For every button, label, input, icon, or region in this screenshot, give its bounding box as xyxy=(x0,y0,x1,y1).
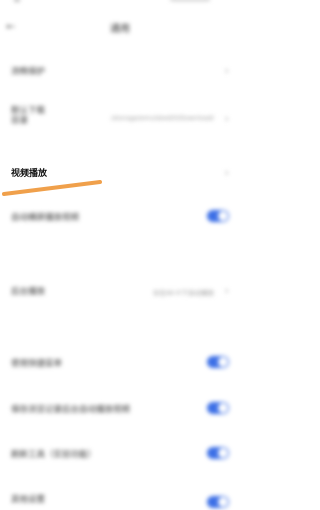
setting-row-download-path[interactable]: 默认下载 目录 /storage/emulated/0/Download/ › xyxy=(0,103,240,137)
setting-label: 保存浏览记录后台自动播放视频 xyxy=(11,405,131,415)
section-label: 视频播放 xyxy=(11,169,48,179)
status-bar xyxy=(0,0,240,8)
setting-label: 其他设置 xyxy=(11,495,46,505)
app-header: ← 通用 xyxy=(0,14,240,40)
status-indicators xyxy=(170,0,210,1)
setting-row[interactable]: 流畅保护 › xyxy=(0,60,240,80)
page-title: 通用 xyxy=(110,24,130,35)
setting-label: 默认下载 目录 xyxy=(11,106,46,126)
setting-label: 流畅保护 xyxy=(11,67,46,77)
setting-value: 仅在Wi-Fi下自动播放 xyxy=(152,289,214,297)
toggle-switch[interactable] xyxy=(207,447,229,459)
setting-row-toggle[interactable]: 刷新工具（实验功能） xyxy=(0,443,240,465)
toggle-switch[interactable] xyxy=(207,402,229,414)
setting-label: 自动横屏播放视频 xyxy=(11,213,80,223)
toggle-switch[interactable] xyxy=(207,496,229,508)
status-icon xyxy=(14,0,20,2)
chevron-right-icon: › xyxy=(224,112,229,125)
setting-row-toggle[interactable]: 其他设置 xyxy=(0,488,240,510)
setting-row-toggle[interactable]: 自动横屏播放视频 xyxy=(0,206,240,228)
setting-label: 刷新工具（实验功能） xyxy=(11,450,97,460)
setting-label: 后台播放 xyxy=(11,287,46,297)
setting-row[interactable]: 后台播放 仅在Wi-Fi下自动播放 › xyxy=(0,280,240,302)
setting-row-toggle[interactable]: 保存浏览记录后台自动播放视频 xyxy=(0,398,240,420)
chevron-right-icon: › xyxy=(224,284,229,297)
toggle-switch[interactable] xyxy=(207,356,229,368)
toggle-switch[interactable] xyxy=(207,210,229,222)
chevron-right-icon: › xyxy=(224,166,229,179)
setting-label: 使用快捷菜单 xyxy=(11,359,63,369)
setting-row-video-playback[interactable]: 视频播放 › xyxy=(0,162,240,184)
setting-value: /storage/emulated/0/Download/ xyxy=(110,114,214,122)
setting-row-toggle[interactable]: 使用快捷菜单 xyxy=(0,352,240,374)
chevron-right-icon: › xyxy=(224,64,229,77)
